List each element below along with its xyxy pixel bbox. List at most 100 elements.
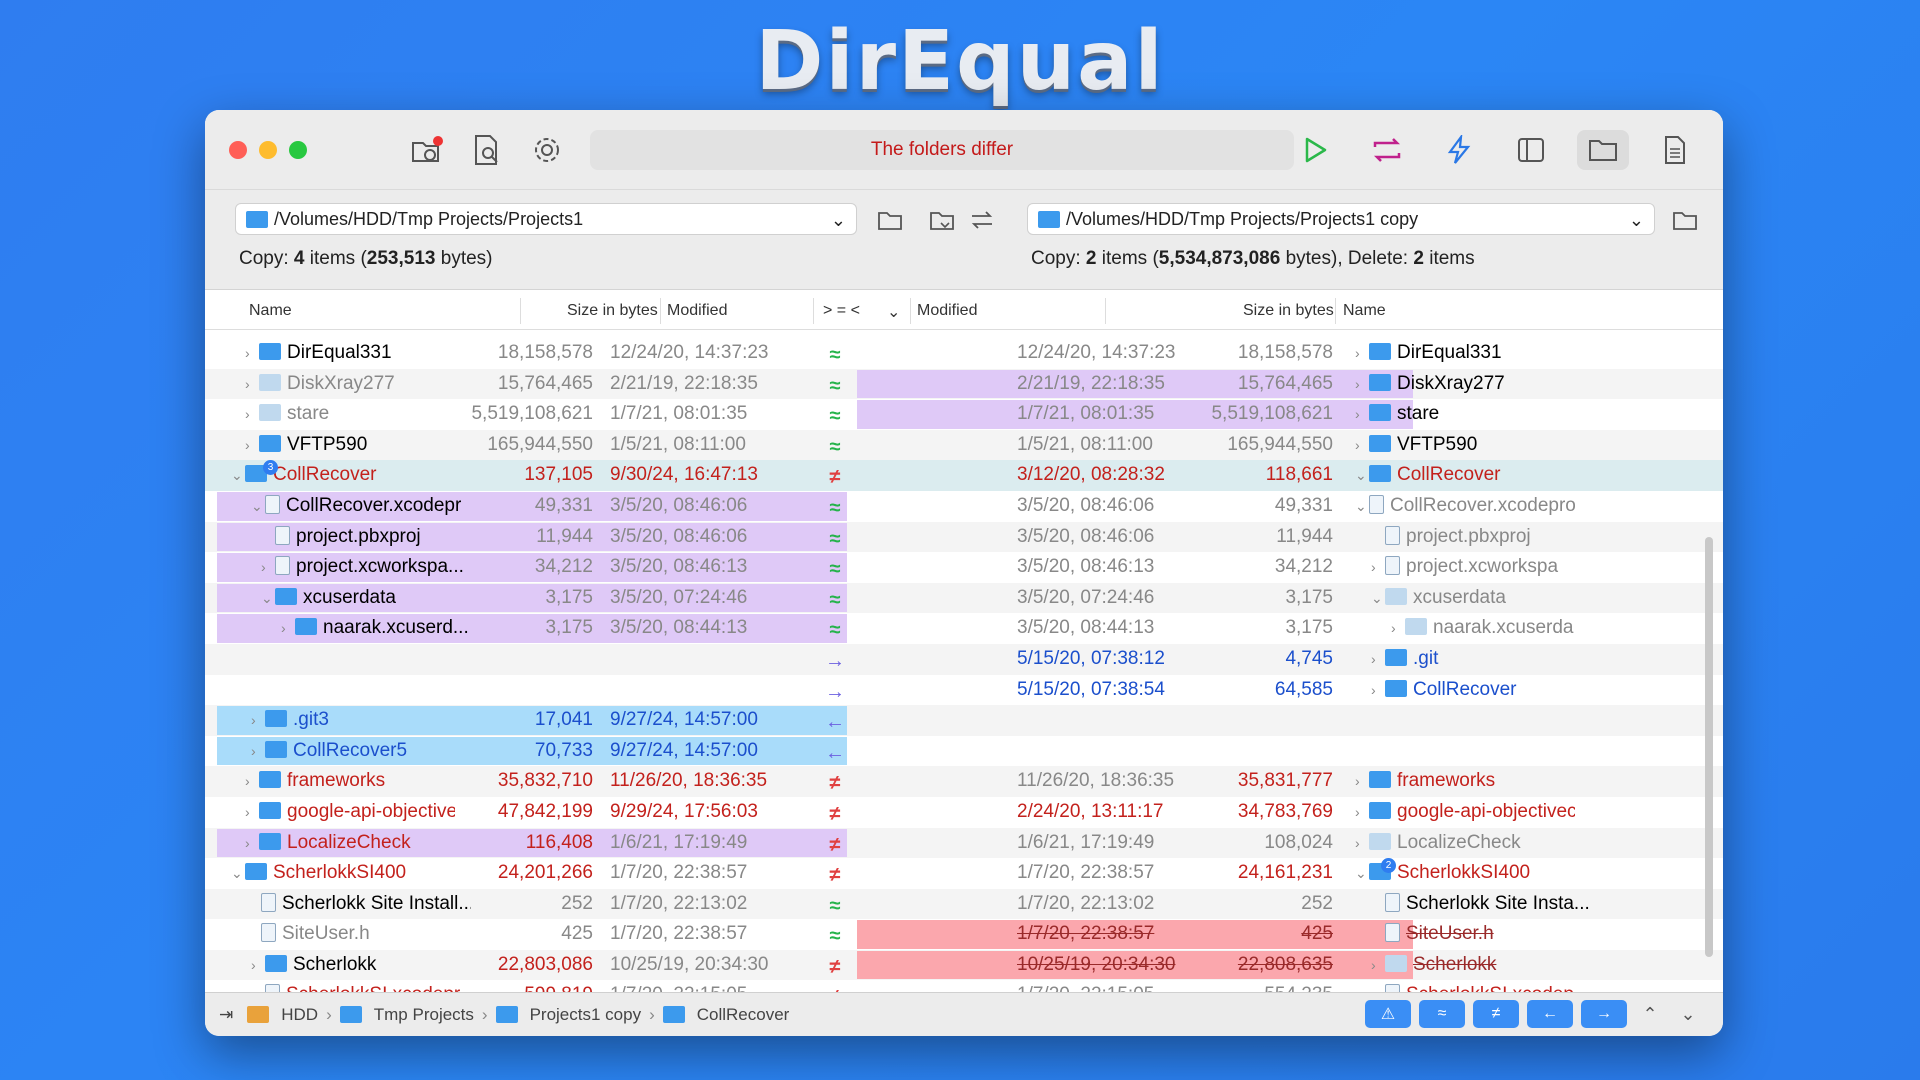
equal-icon: ≈ [829, 588, 841, 611]
col-name-left[interactable]: Name [249, 302, 292, 320]
file-view-icon[interactable] [1649, 130, 1701, 170]
app-logo: DirEqual [755, 14, 1165, 109]
status-message: The folders differ [590, 130, 1294, 170]
equal-icon: ≈ [829, 894, 841, 917]
folder-icon [259, 801, 281, 819]
sync-icon[interactable] [1361, 130, 1413, 170]
filter-left-only-button[interactable]: ← [1527, 1000, 1573, 1028]
right-path-text: /Volumes/HDD/Tmp Projects/Projects1 copy [1066, 208, 1419, 229]
folder-icon [259, 343, 281, 360]
split-view-icon[interactable] [1505, 130, 1557, 170]
xcodeproj-icon [265, 494, 280, 514]
col-size-right[interactable]: Size in bytes [1243, 302, 1334, 320]
zoom-window-button[interactable] [289, 140, 307, 159]
table-row[interactable]: → 5/15/20, 07:38:12 4,745 › .git [205, 643, 1723, 675]
table-row[interactable]: → 5/15/20, 07:38:54 64,585 › CollRecover [205, 675, 1723, 706]
close-window-button[interactable] [229, 140, 247, 159]
folder-icon [265, 740, 287, 758]
breadcrumb-item[interactable]: Tmp Projects [339, 1005, 474, 1025]
equal-icon: ≈ [829, 496, 841, 519]
chevron-down-icon[interactable]: ⌄ [1629, 210, 1644, 231]
arrow-right-icon: → [825, 649, 845, 672]
folder-icon [1385, 648, 1407, 666]
table-header: Name Size in bytes Modified > = < ⌄ Modi… [205, 292, 1723, 330]
path-bar: /Volumes/HDD/Tmp Projects/Projects1 ⌄ /V… [205, 190, 1723, 290]
folder-icon [259, 373, 281, 391]
chevron-down-icon[interactable]: ⌄ [1673, 1000, 1703, 1028]
col-name-right[interactable]: Name [1343, 302, 1386, 320]
folder-icon [1369, 771, 1391, 789]
right-summary: Copy: 2 items (5,534,873,086 bytes), Del… [1031, 248, 1475, 269]
col-modified-right[interactable]: Modified [917, 302, 977, 320]
table-row[interactable]: › frameworks 35,832,710 11/26/20, 18:36:3… [205, 766, 1723, 797]
table-row[interactable]: › DiskXray277 15,764,465 2/21/19, 22:18:3… [205, 368, 1723, 400]
chevron-down-icon[interactable]: ⌄ [887, 302, 900, 322]
folder-icon [246, 210, 268, 228]
equal-icon: ≈ [829, 374, 841, 397]
comparison-table: Name Size in bytes Modified > = < ⌄ Modi… [205, 292, 1723, 1008]
breadcrumb-item[interactable]: Projects1 copy [495, 1005, 641, 1025]
file-icon [275, 525, 290, 545]
swap-arrows-icon[interactable] [967, 205, 997, 235]
table-row[interactable]: SiteUser.h 425 1/7/20, 22:38:57 ≈ 1/7/20… [205, 919, 1723, 950]
filter-differ-button[interactable]: ≠ [1473, 1000, 1519, 1028]
left-path-field[interactable]: /Volumes/HDD/Tmp Projects/Projects1 ⌄ [235, 203, 857, 235]
folder-icon [265, 954, 287, 972]
table-row[interactable]: › VFTP590 165,944,550 1/5/21, 08:11:00 ≈ … [205, 429, 1723, 461]
equal-icon: ≈ [829, 558, 841, 581]
open-folder-icon[interactable] [875, 205, 905, 235]
folder-view-icon[interactable] [1577, 130, 1629, 170]
gear-icon[interactable] [527, 130, 567, 170]
folder-icon [1385, 587, 1407, 605]
folder-icon [1369, 434, 1391, 452]
folder-icon [245, 863, 267, 881]
folder-icon [1385, 954, 1407, 972]
not-equal-icon: ≠ [829, 864, 841, 887]
col-compare[interactable]: > = < [823, 302, 860, 320]
filter-equal-button[interactable]: ≈ [1419, 1000, 1465, 1028]
folder-icon [662, 1006, 685, 1023]
filter-right-only-button[interactable]: → [1581, 1000, 1627, 1028]
table-row[interactable]: ⌄ CollRecover 3 137,105 9/30/24, 16:47:13… [205, 460, 1723, 491]
equal-icon: ≈ [829, 527, 841, 550]
folder-icon [495, 1006, 518, 1023]
table-row[interactable]: ⌄ xcuserdata 3,175 3/5/20, 07:24:46 ≈ 3/5… [205, 582, 1723, 614]
open-folder-icon[interactable] [1670, 205, 1700, 235]
go-to-icon[interactable]: ⇥ [219, 1005, 233, 1025]
table-row[interactable]: › naarak.xcuserd... 3,175 3/5/20, 08:44:1… [205, 613, 1723, 644]
table-row[interactable]: ⌄ ScherlokkSI400 24,201,266 1/7/20, 22:38… [205, 858, 1723, 889]
folder-icon [339, 1006, 362, 1023]
col-modified-left[interactable]: Modified [667, 302, 727, 320]
minimize-window-button[interactable] [259, 140, 277, 159]
vertical-scrollbar[interactable] [1705, 537, 1713, 957]
table-row[interactable]: › .git3 17,041 9/27/24, 14:57:00 ← [205, 705, 1723, 736]
table-row[interactable]: › DirEqual331 18,158,578 12/24/20, 14:37:… [205, 338, 1723, 369]
breadcrumb-item[interactable]: CollRecover [662, 1005, 789, 1025]
play-compare-icon[interactable] [1289, 130, 1341, 170]
quick-compare-icon[interactable] [1433, 130, 1485, 170]
table-row[interactable]: › Scherlokk 22,803,086 10/25/19, 20:34:30… [205, 949, 1723, 981]
chevron-down-icon[interactable]: ⌄ [831, 210, 846, 231]
folder-swap-icon[interactable] [927, 205, 957, 235]
table-row[interactable]: ›google-api-objectivec-... 47,842,199 9/… [205, 797, 1723, 828]
col-size-left[interactable]: Size in bytes [567, 302, 658, 320]
folder-icon [1369, 801, 1391, 819]
table-row[interactable]: project.pbxproj 11,944 3/5/20, 08:46:06 … [205, 521, 1723, 553]
table-row[interactable]: › project.xcworkspa... 34,212 3/5/20, 08:… [205, 552, 1723, 583]
table-row[interactable]: Scherlokk Site Install... 252 1/7/20, 22… [205, 888, 1723, 920]
table-row[interactable]: › CollRecover5 70,733 9/27/24, 14:57:00 ← [205, 736, 1723, 767]
folder-icon [1369, 465, 1391, 483]
table-row[interactable]: › stare 5,519,108,621 1/7/21, 08:01:35 ≈ … [205, 399, 1723, 430]
filter-warning-button[interactable]: ⚠ [1365, 1000, 1411, 1028]
file-search-icon[interactable] [467, 130, 507, 170]
folder-icon [1405, 618, 1427, 636]
chevron-up-icon[interactable]: ⌃ [1635, 1000, 1665, 1028]
folder-icon [259, 832, 281, 850]
right-path-field[interactable]: /Volumes/HDD/Tmp Projects/Projects1 copy… [1027, 203, 1655, 235]
breadcrumb-item[interactable]: HDD [247, 1005, 318, 1025]
table-row[interactable]: › LocalizeCheck 116,408 1/6/21, 17:19:49 … [205, 827, 1723, 859]
folder-compare-icon[interactable] [407, 130, 447, 170]
folder-icon [259, 404, 281, 422]
window-controls [229, 140, 307, 159]
table-row[interactable]: ⌄ CollRecover.xcodeproj 49,331 3/5/20, 08… [205, 491, 1723, 522]
